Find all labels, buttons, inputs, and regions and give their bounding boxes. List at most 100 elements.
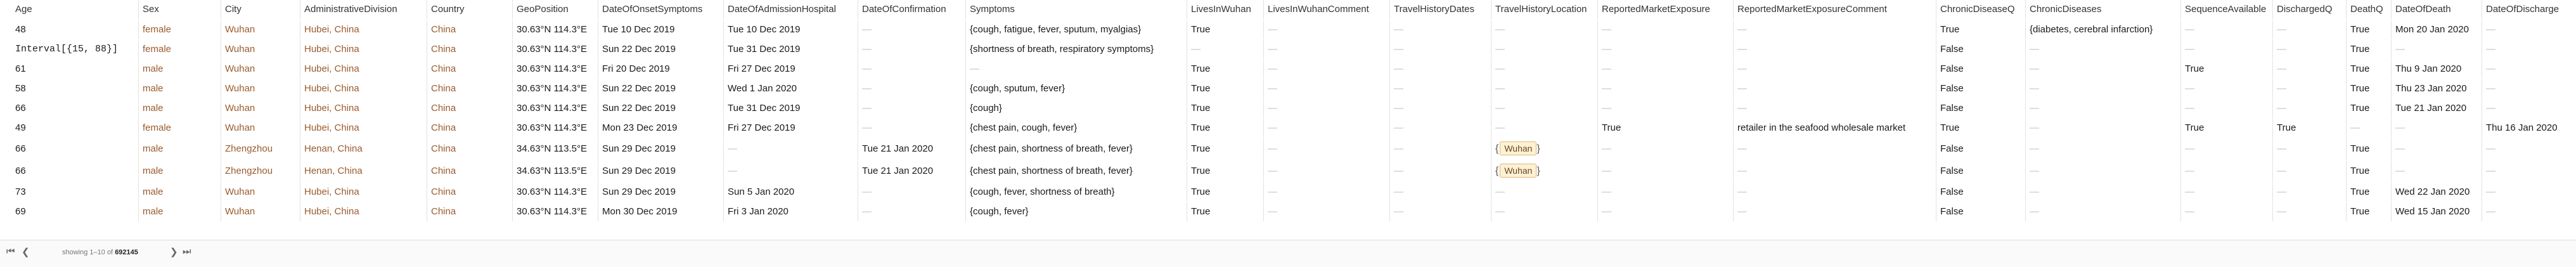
cell-sex: male <box>138 60 221 79</box>
cell-sequence-available: True <box>2180 119 2272 138</box>
cell-chronic-disease-q: False <box>1936 138 2025 160</box>
cell-value: — <box>1268 44 1277 55</box>
column-header-chronic-diseases[interactable]: ChronicDiseases <box>2025 0 2180 19</box>
cell-chronic-disease-q: False <box>1936 40 2025 59</box>
cell-value: male <box>143 186 164 197</box>
cell-discharged-q: — <box>2272 160 2346 182</box>
column-header-discharged-q[interactable]: DischargedQ <box>2272 0 2346 19</box>
cell-symptoms: {cough, fever} <box>965 202 1187 221</box>
next-page-icon[interactable]: ❯ <box>170 246 178 257</box>
cell-value: — <box>1268 103 1277 114</box>
column-header-age[interactable]: Age <box>11 0 138 19</box>
cell-value: {cough, fever} <box>970 206 1029 217</box>
cell-value: 34.63°N 113.5°E <box>517 143 587 154</box>
column-header-country[interactable]: Country <box>427 0 512 19</box>
cell-discharged-q: — <box>2272 138 2346 160</box>
cell-value: male <box>143 206 164 217</box>
cell-value: — <box>2277 24 2286 35</box>
cell-value: False <box>1940 206 1964 217</box>
first-page-icon[interactable]: ⏮ <box>6 246 15 257</box>
column-header-travel-history-location[interactable]: TravelHistoryLocation <box>1491 0 1597 19</box>
column-header-sex[interactable]: Sex <box>138 0 221 19</box>
cell-date-of-death: Thu 9 Jan 2020 <box>2391 60 2482 79</box>
column-header-label: DeathQ <box>2350 4 2383 15</box>
cell-value: Interval[{15, 88}] <box>15 44 119 55</box>
cell-date-of-onset-symptoms: Sun 29 Dec 2019 <box>598 183 723 202</box>
cell-value: — <box>728 166 737 176</box>
column-header-date-of-discharge[interactable]: DateOfDischarge <box>2482 0 2576 19</box>
cell-value: — <box>862 186 872 197</box>
cell-value: China <box>431 186 456 197</box>
location-tag[interactable]: Wuhan <box>1500 164 1537 178</box>
cell-date-of-admission-hospital: Tue 31 Dec 2019 <box>723 40 858 59</box>
column-header-geo-position[interactable]: GeoPosition <box>512 0 598 19</box>
column-header-reported-market-exposure[interactable]: ReportedMarketExposure <box>1597 0 1733 19</box>
open-brace: { <box>1495 166 1499 176</box>
cell-value: Henan, China <box>304 166 363 176</box>
cell-value: — <box>2185 44 2194 55</box>
cell-discharged-q: True <box>2272 119 2346 138</box>
open-brace: { <box>1495 143 1499 154</box>
cell-discharged-q: — <box>2272 183 2346 202</box>
cell-country: China <box>427 20 512 39</box>
prev-page-icon[interactable]: ❮ <box>22 246 30 257</box>
cell-value: — <box>1737 206 1747 217</box>
cell-reported-market-exposure-comment: — <box>1733 138 1936 160</box>
cell-administrative-division: Hubei, China <box>300 99 427 118</box>
cell-value: Thu 16 Jan 2020 <box>2486 122 2558 133</box>
cell-chronic-diseases: — <box>2025 119 2180 138</box>
column-header-city[interactable]: City <box>221 0 300 19</box>
cell-value: 66 <box>15 143 26 154</box>
column-header-chronic-disease-q[interactable]: ChronicDiseaseQ <box>1936 0 2025 19</box>
cell-value: — <box>2486 103 2496 114</box>
cell-value: — <box>728 143 737 154</box>
cell-age: 73 <box>11 183 138 202</box>
cell-value: True <box>2185 122 2205 133</box>
cell-value: — <box>1268 143 1277 154</box>
column-header-lives-in-wuhan[interactable]: LivesInWuhan <box>1187 0 1263 19</box>
cell-value: Wuhan <box>225 122 255 133</box>
column-header-label: LivesInWuhan <box>1191 4 1251 15</box>
cell-value: — <box>2030 44 2039 55</box>
location-tag[interactable]: Wuhan <box>1500 141 1537 155</box>
column-header-date-of-confirmation[interactable]: DateOfConfirmation <box>858 0 965 19</box>
cell-city: Wuhan <box>221 60 300 79</box>
column-header-reported-market-exposure-comment[interactable]: ReportedMarketExposureComment <box>1733 0 1936 19</box>
cell-lives-in-wuhan: True <box>1187 119 1263 138</box>
column-header-date-of-death[interactable]: DateOfDeath <box>2391 0 2482 19</box>
cell-date-of-discharge: — <box>2482 202 2576 221</box>
cell-city: Wuhan <box>221 202 300 221</box>
cell-lives-in-wuhan-comment: — <box>1263 202 1389 221</box>
cell-value: China <box>431 103 456 114</box>
cell-value: male <box>143 143 164 154</box>
cell-sex: female <box>138 119 221 138</box>
column-header-administrative-division[interactable]: AdministrativeDivision <box>300 0 427 19</box>
column-header-symptoms[interactable]: Symptoms <box>965 0 1187 19</box>
last-page-icon[interactable]: ⏭ <box>183 246 191 257</box>
cell-lives-in-wuhan: True <box>1187 60 1263 79</box>
cell-reported-market-exposure-comment: — <box>1733 160 1936 182</box>
cell-death-q: True <box>2346 99 2391 118</box>
cell-date-of-onset-symptoms: Sun 29 Dec 2019 <box>598 160 723 182</box>
cell-administrative-division: Hubei, China <box>300 119 427 138</box>
column-header-label: City <box>225 4 242 15</box>
column-header-sequence-available[interactable]: SequenceAvailable <box>2180 0 2272 19</box>
cell-date-of-onset-symptoms: Mon 30 Dec 2019 <box>598 202 723 221</box>
cell-sequence-available: — <box>2180 202 2272 221</box>
cell-value: — <box>2486 63 2496 74</box>
column-header-label: DateOfOnsetSymptoms <box>602 4 703 15</box>
cell-value: Thu 9 Jan 2020 <box>2395 63 2462 74</box>
cell-value: False <box>1940 166 1964 176</box>
cell-date-of-onset-symptoms: Tue 10 Dec 2019 <box>598 20 723 39</box>
cell-value: True <box>2350 186 2370 197</box>
column-header-travel-history-dates[interactable]: TravelHistoryDates <box>1389 0 1491 19</box>
column-header-death-q[interactable]: DeathQ <box>2346 0 2391 19</box>
cell-date-of-death: — <box>2391 160 2482 182</box>
cell-lives-in-wuhan-comment: — <box>1263 40 1389 59</box>
column-header-date-of-admission-hospital[interactable]: DateOfAdmissionHospital <box>723 0 858 19</box>
column-header-label: LivesInWuhanComment <box>1268 4 1369 15</box>
column-header-date-of-onset-symptoms[interactable]: DateOfOnsetSymptoms <box>598 0 723 19</box>
column-header-lives-in-wuhan-comment[interactable]: LivesInWuhanComment <box>1263 0 1389 19</box>
cell-date-of-onset-symptoms: Sun 22 Dec 2019 <box>598 40 723 59</box>
cell-value: False <box>1940 186 1964 197</box>
